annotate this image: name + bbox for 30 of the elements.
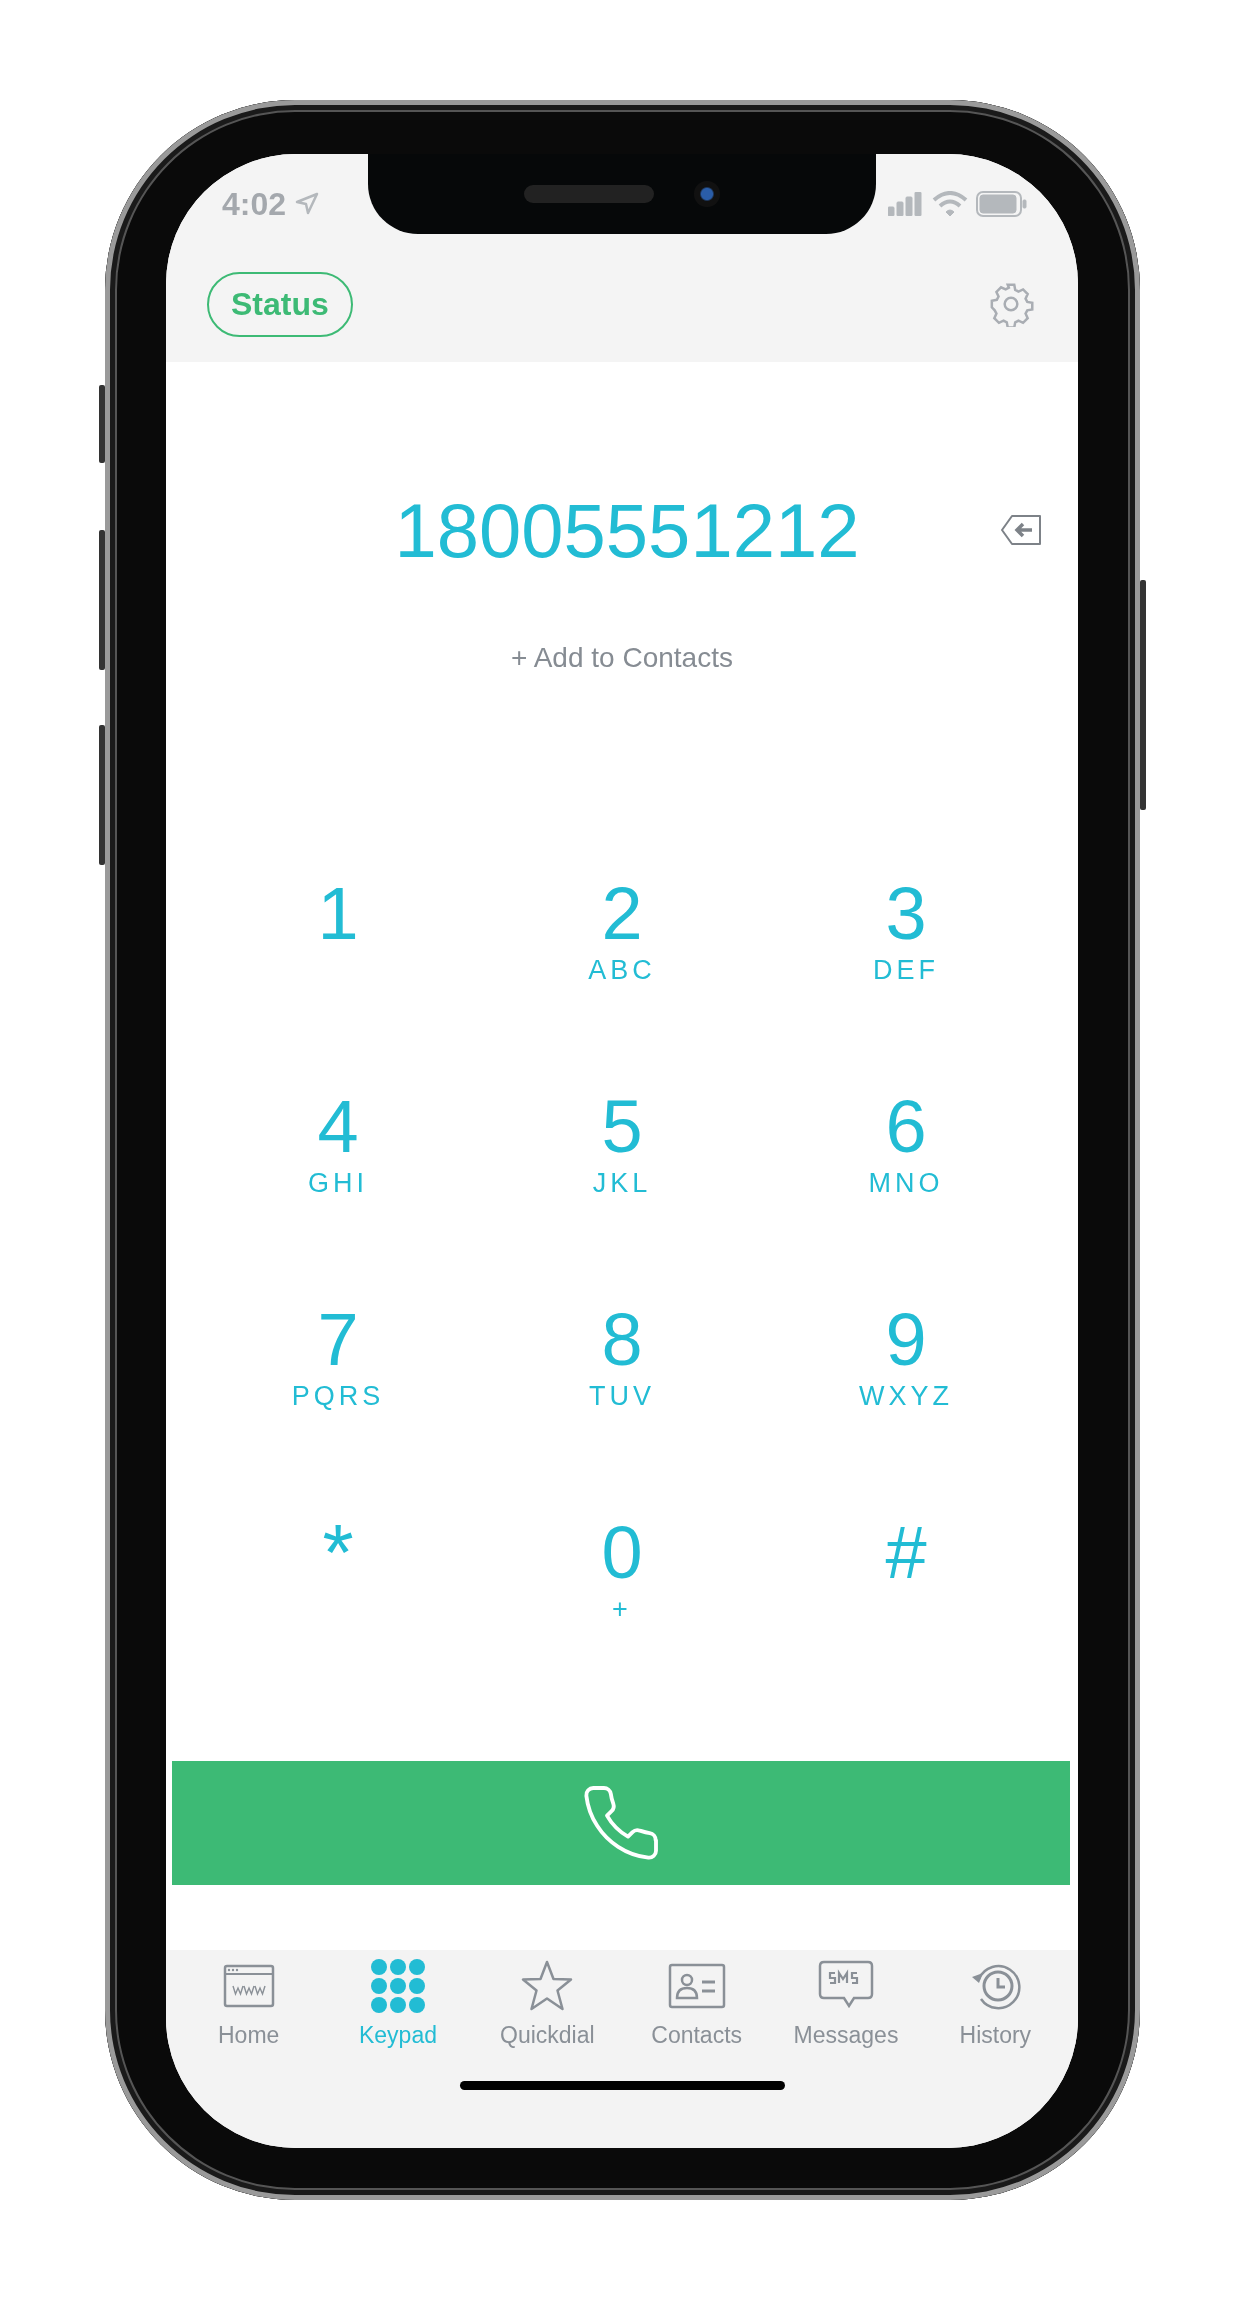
- tab[interactable]: History: [920, 1958, 1070, 2049]
- keypad-key[interactable]: *: [196, 1463, 480, 1676]
- keypad-icon: [370, 1958, 426, 2014]
- signal-icon: [888, 192, 924, 216]
- tab[interactable]: Contacts: [622, 1958, 772, 2049]
- keypad-key[interactable]: 8 TUV: [480, 1250, 764, 1463]
- settings-icon[interactable]: [988, 281, 1034, 327]
- keypad-key[interactable]: 6 MNO: [764, 1037, 1048, 1250]
- tab[interactable]: Home: [174, 1958, 324, 2049]
- keypad-key[interactable]: 9 WXYZ: [764, 1250, 1048, 1463]
- location-arrow-icon: [294, 191, 321, 217]
- keypad-key[interactable]: #: [764, 1463, 1048, 1676]
- keypad-key[interactable]: 4 GHI: [196, 1037, 480, 1250]
- dialed-number: 18005551212: [394, 490, 860, 572]
- tab[interactable]: Quickdial: [472, 1958, 622, 2049]
- wifi-icon: [932, 191, 968, 217]
- status-button[interactable]: Status: [207, 271, 353, 337]
- camera-lens: [694, 181, 720, 207]
- status-time: 4:02: [222, 185, 287, 223]
- tab[interactable]: Messages: [771, 1958, 921, 2049]
- keypad-key[interactable]: 7 PQRS: [196, 1250, 480, 1463]
- tab[interactable]: Keypad: [323, 1958, 473, 2049]
- add-to-contacts-link[interactable]: + Add to Contacts: [511, 642, 733, 674]
- keypad-key[interactable]: 1: [196, 824, 480, 1037]
- keypad-key[interactable]: 2 ABC: [480, 824, 764, 1037]
- keypad-key[interactable]: 3 DEF: [764, 824, 1048, 1037]
- keypad-key[interactable]: 5 JKL: [480, 1037, 764, 1250]
- keypad-key[interactable]: 0 +: [480, 1463, 764, 1676]
- backspace-icon[interactable]: [1000, 514, 1042, 546]
- battery-icon: [976, 191, 1028, 217]
